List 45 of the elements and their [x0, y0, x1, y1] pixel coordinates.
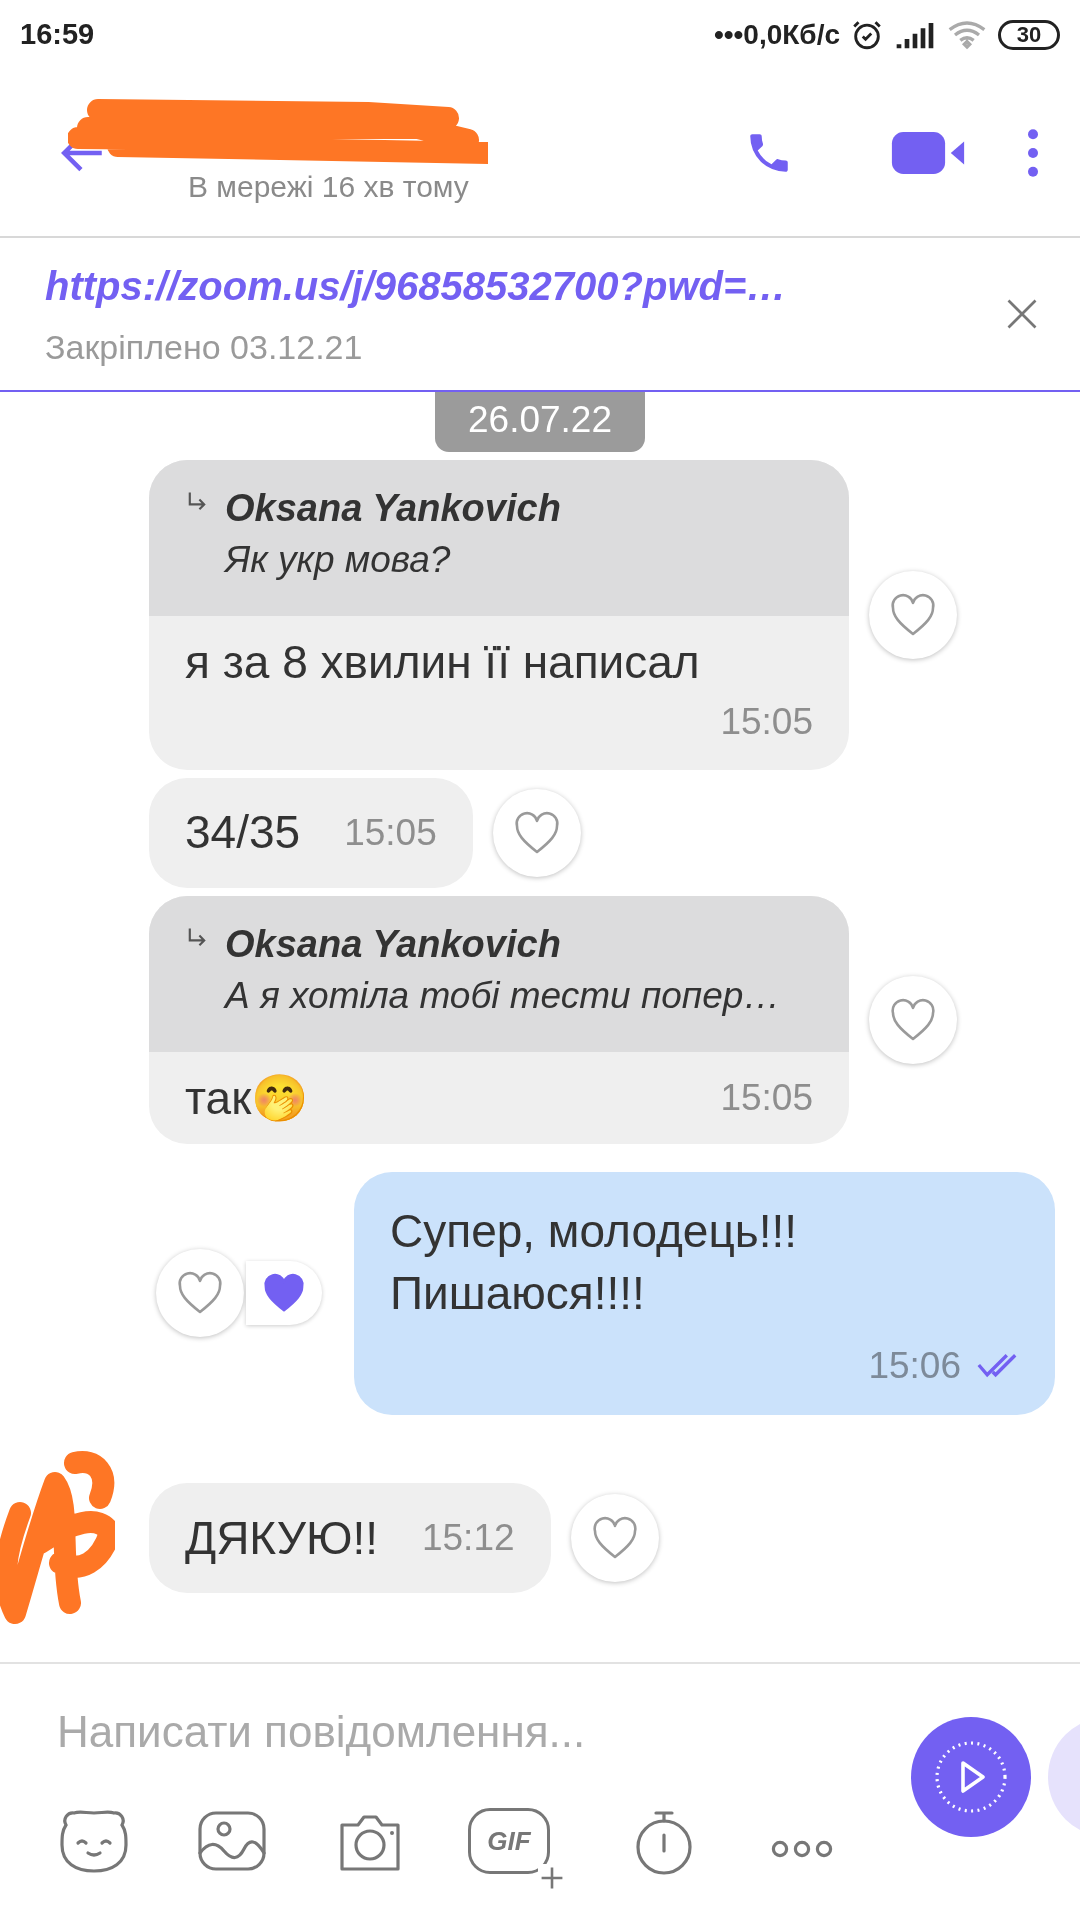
- heart-icon[interactable]: [590, 1516, 639, 1560]
- quote-author: Oksana Yankovich: [225, 921, 562, 966]
- like-button[interactable]: [570, 1494, 659, 1582]
- like-button[interactable]: [869, 570, 957, 659]
- alarm-icon: [850, 18, 884, 52]
- message-bubble[interactable]: Oksana Yankovich Як укр мова? я за 8 хвилин її написал 15:05: [149, 460, 849, 770]
- network-speed: •••0,0Кб/с: [713, 18, 840, 52]
- message-bubble[interactable]: Супер, молодець!!! Пишаюся!!!! 15:06: [354, 1171, 1055, 1415]
- pinned-link[interactable]: https://zoom.us/j/96858532700?pwd=…: [45, 255, 1004, 316]
- date-chip: 26.07.22: [435, 392, 645, 452]
- message-text: Супер, молодець!!! Пишаюся!!!!: [390, 1203, 799, 1321]
- message-text: ДЯКУЮ!!: [185, 1510, 378, 1566]
- quote-text: А я хотіла тобі тести попер…: [225, 973, 781, 1018]
- more-menu-icon[interactable]: [1026, 128, 1040, 178]
- message-bubble[interactable]: 34/35 15:05: [149, 777, 473, 888]
- last-seen-status: В мережі 16 хв тому: [188, 168, 470, 205]
- message-input[interactable]: Написати повідомлення...: [57, 1692, 877, 1772]
- like-button[interactable]: [869, 975, 957, 1064]
- heart-icon[interactable]: [176, 1271, 224, 1316]
- message-time: 15:05: [344, 810, 437, 855]
- peer-like-badge[interactable]: [246, 1261, 322, 1326]
- heart-icon[interactable]: [512, 810, 561, 855]
- pinned-date: Закріплено 03.12.21: [45, 326, 364, 368]
- filled-heart-icon[interactable]: [262, 1273, 306, 1314]
- quoted-message[interactable]: Oksana Yankovich Як укр мова?: [149, 460, 849, 616]
- plus-icon: [539, 1865, 565, 1891]
- wifi-icon: [946, 19, 988, 51]
- message-time: 15:12: [421, 1516, 515, 1561]
- quote-author: Oksana Yankovich: [225, 486, 561, 530]
- quote-text: Як укр мова?: [225, 538, 452, 582]
- message-text: так🤭: [185, 1070, 309, 1126]
- message-text: 34/35: [185, 805, 301, 860]
- message-time: 15:06: [868, 1343, 961, 1388]
- like-button[interactable]: [156, 1249, 244, 1338]
- message-bubble[interactable]: ДЯКУЮ!! 15:12: [149, 1483, 551, 1593]
- message-bubble[interactable]: Oksana Yankovich А я хотіла тобі тести попер… так🤭 15:05: [149, 895, 849, 1144]
- heart-icon[interactable]: [889, 997, 937, 1042]
- battery-indicator: 30: [998, 20, 1060, 50]
- quoted-message[interactable]: Oksana Yankovich А я хотіла тобі тести попер…: [149, 895, 849, 1052]
- message-text: я за 8 хвилин її написал: [185, 635, 701, 690]
- like-button[interactable]: [492, 788, 581, 877]
- message-time: 15:05: [720, 700, 813, 744]
- message-time: 15:05: [720, 1075, 813, 1120]
- status-time: 16:59: [20, 17, 95, 53]
- heart-icon[interactable]: [889, 592, 937, 637]
